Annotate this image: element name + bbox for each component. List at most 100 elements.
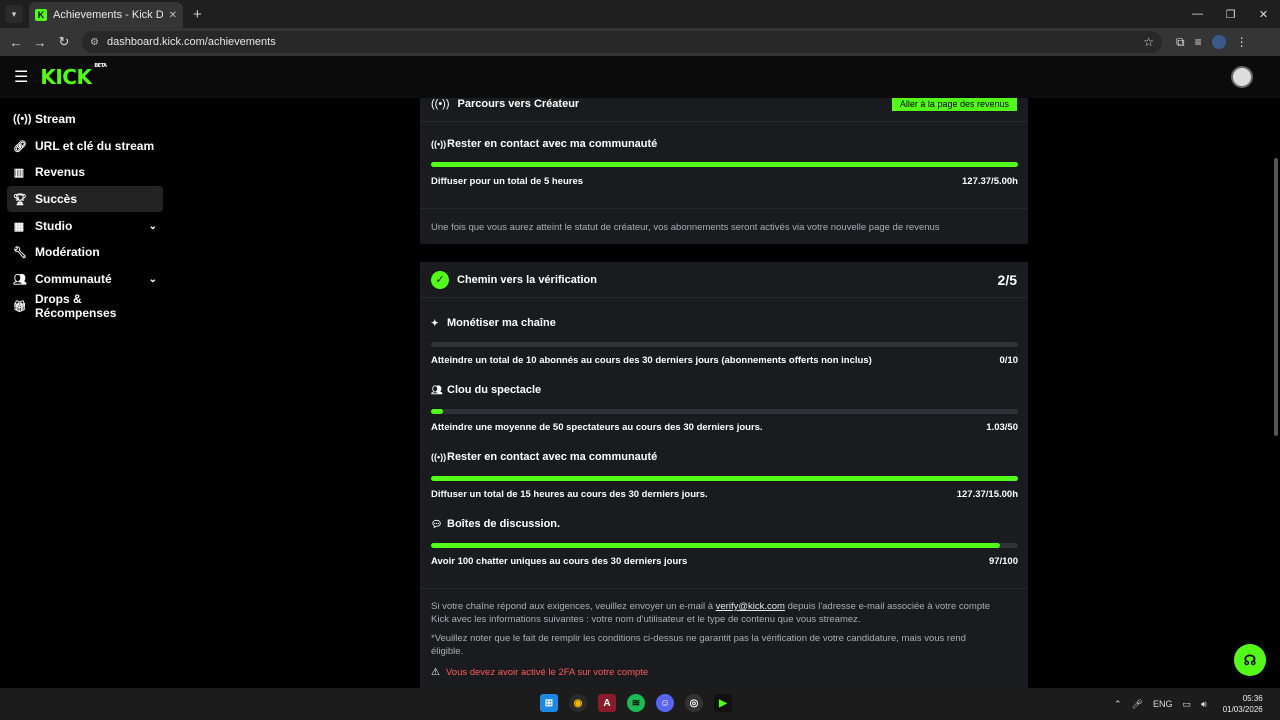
verification-path-card: ✓ Chemin vers la vérification 2/5 ✦ Moné… (420, 262, 1028, 688)
avatar[interactable] (1231, 66, 1253, 88)
discord-icon[interactable]: ☺ (656, 694, 674, 712)
task-detail: Diffuser un total de 15 heures au cours … (431, 489, 1018, 500)
task-title: ((•)) Rester en contact avec ma communau… (431, 138, 1018, 150)
browser-tab-bar: ▾ K Achievements - Kick Dashboard ✕ + — … (0, 0, 1280, 28)
task-value: 127.37/15.00h (956, 489, 1018, 500)
address-bar[interactable]: ⚙ dashboard.kick.com/achievements ☆ (82, 31, 1162, 53)
task-value: 0/10 (999, 355, 1019, 366)
sidebar-item-label: Studio (35, 219, 73, 233)
task-description: Atteindre une moyenne de 50 spectateurs … (431, 422, 763, 433)
sidebar-item-stream[interactable]: ((•)) Stream (7, 106, 163, 132)
back-icon[interactable]: ← (4, 35, 28, 50)
microphone-icon[interactable]: 🎤︎ (1132, 699, 1143, 710)
task-title-text: Rester en contact avec ma communauté (447, 138, 658, 150)
task-title-text: Boîtes de discussion. (447, 518, 561, 530)
extensions-icon[interactable]: ⧉ (1176, 35, 1185, 50)
sidebar-item-succes[interactable]: 🏆︎ Succès (7, 186, 163, 212)
language-indicator[interactable]: ENG (1153, 699, 1173, 709)
sidebar-item-label: Modération (35, 245, 100, 259)
chrome-icon[interactable]: ◉ (569, 694, 587, 712)
spotify-icon[interactable]: ≋ (627, 694, 645, 712)
task-value: 127.37/5.00h (962, 176, 1018, 187)
network-icon[interactable]: ▭ (1183, 699, 1192, 710)
sparkle-icon: ✦ (431, 317, 439, 328)
volume-icon[interactable]: 🔊︎ (1201, 699, 1207, 710)
bookmark-star-icon[interactable]: ☆ (1143, 35, 1154, 49)
close-tab-icon[interactable]: ✕ (169, 10, 177, 21)
new-tab-button[interactable]: + (193, 6, 202, 23)
profile-icon[interactable] (1211, 34, 1226, 49)
note-text: Kick avec les informations suivantes : v… (431, 614, 861, 625)
gift-icon: 🎁︎ (13, 300, 27, 313)
browser-tab[interactable]: K Achievements - Kick Dashboard ✕ (29, 2, 183, 28)
film-icon: ▦ (13, 220, 25, 233)
sidebar-item-revenus[interactable]: ▥ Revenus (7, 159, 163, 185)
sidebar-item-label: Succès (35, 192, 78, 206)
system-clock[interactable]: 05:36 01/03/2026 (1223, 693, 1263, 715)
sidebar-item-studio[interactable]: ▦ Studio ⌄ (7, 213, 163, 239)
chevron-down-icon[interactable]: ⌄ (149, 274, 157, 285)
sidebar-item-communaute[interactable]: 👥︎ Communauté ⌄ (7, 266, 163, 292)
verify-email-link[interactable]: verify@kick.com (716, 601, 785, 612)
warning-icon: ⚠ (431, 667, 440, 678)
creator-card-title: Parcours vers Créateur (457, 98, 580, 110)
task-title-text: Monétiser ma chaîne (447, 317, 556, 329)
windows-start-icon[interactable]: ⊞ (540, 694, 558, 712)
sidebar-item-drops[interactable]: 🎁︎ Drops & Récompenses (7, 292, 163, 320)
affinity-icon[interactable]: A (598, 694, 616, 712)
disclaimer-text: éligible. (431, 646, 464, 657)
progress-fill (431, 162, 1018, 167)
sidebar-item-label: Drops & Récompenses (35, 292, 117, 320)
page-scrollbar[interactable] (1274, 158, 1278, 436)
close-window-button[interactable]: ✕ (1247, 8, 1280, 21)
sidebar-item-label: URL et clé du stream (35, 139, 155, 153)
creator-task: ((•)) Rester en contact avec ma communau… (431, 138, 1018, 187)
note-text: Si votre chaîne répond aux exigences, ve… (431, 601, 713, 612)
progress-fill (431, 543, 1001, 548)
chevron-down-icon[interactable]: ⌄ (149, 221, 157, 232)
kick-logo[interactable]: KICK BETA (40, 63, 107, 89)
tray-chevron-icon[interactable]: ⌃ (1114, 699, 1122, 710)
media-control-icon[interactable]: ≡ (1195, 35, 1202, 50)
clock-date: 01/03/2026 (1222, 705, 1263, 714)
progress-bar (431, 543, 1018, 548)
progress-bar (431, 409, 1018, 414)
minimize-button[interactable]: — (1181, 8, 1214, 21)
progress-fill (431, 409, 443, 414)
users-icon: 👥︎ (431, 384, 443, 395)
menu-icon[interactable]: ☰ (14, 67, 28, 87)
tab-search-button[interactable]: ▾ (5, 5, 23, 23)
beta-badge: BETA (94, 63, 107, 69)
progress-fill (431, 476, 1018, 481)
kick-favicon-icon: K (35, 9, 47, 21)
link-icon: 🔗︎ (13, 140, 27, 153)
task-title: ((•)) Rester en contact avec ma communau… (431, 451, 1018, 463)
disclaimer-text: *Veuillez noter que le fait de remplir l… (431, 633, 966, 644)
obs-icon[interactable]: ◎ (685, 694, 703, 712)
restore-button[interactable]: ❐ (1214, 8, 1247, 21)
progress-bar (431, 162, 1018, 167)
sidebar-item-label: Communauté (35, 272, 112, 286)
task-title: 👥︎ Clou du spectacle (431, 384, 1018, 396)
forward-icon[interactable]: → (28, 35, 52, 50)
progress-bar (431, 476, 1018, 481)
verification-note: Si votre chaîne répond aux exigences, ve… (431, 600, 990, 626)
broadcast-icon: ((•)) (13, 113, 32, 125)
browser-menu-icon[interactable]: ⋮ (1236, 35, 1248, 50)
sidebar-item-label: Revenus (35, 165, 86, 179)
reload-icon[interactable]: ↻ (52, 34, 76, 50)
verification-count: 2/5 (997, 271, 1017, 288)
os-taskbar: ⊞ ◉ A ≋ ☺ ◎ ▶ ⌃ 🎤︎ ENG ▭ 🔊︎ 05:36 01/03/… (0, 688, 1280, 720)
support-chat-button[interactable]: ☊ (1234, 644, 1266, 676)
site-info-icon[interactable]: ⚙ (90, 37, 99, 48)
revenue-page-button[interactable]: Aller à la page des revenus (891, 98, 1017, 111)
task-description: Diffuser un total de 15 heures au cours … (431, 489, 708, 500)
sidebar-item-moderation[interactable]: 🔧︎ Modération (7, 239, 163, 265)
task-description: Avoir 100 chatter uniques au cours des 3… (431, 556, 688, 567)
logo-text: KICK (40, 65, 92, 89)
kick-app-icon[interactable]: ▶ (714, 694, 732, 712)
sidebar-item-stream-url[interactable]: 🔗︎ URL et clé du stream (7, 133, 163, 159)
creator-path-card: ((•)) Parcours vers Créateur Aller à la … (420, 98, 1028, 244)
task-value: 1.03/50 (986, 422, 1018, 433)
main-content: ((•)) Parcours vers Créateur Aller à la … (170, 98, 1280, 688)
